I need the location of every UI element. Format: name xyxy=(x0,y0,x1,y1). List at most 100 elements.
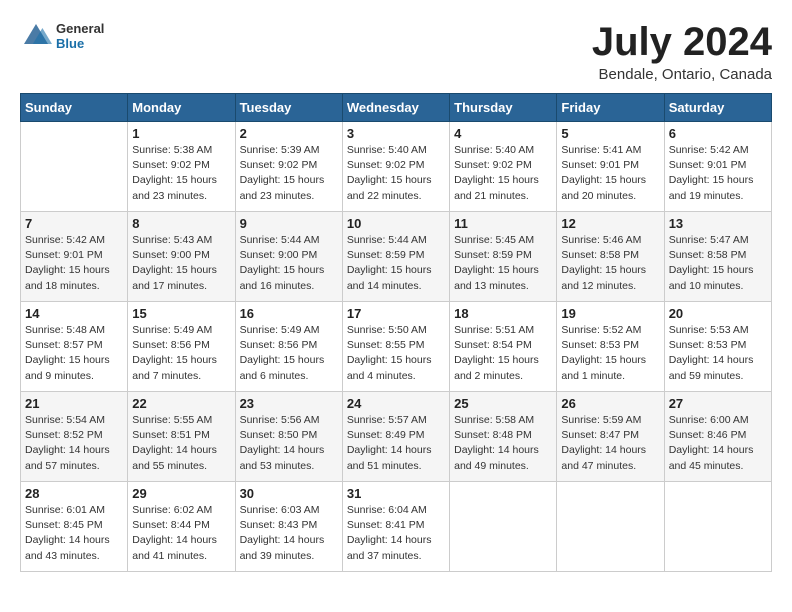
day-number: 2 xyxy=(240,126,338,141)
calendar-cell: 27 Sunrise: 6:00 AM Sunset: 8:46 PM Dayli… xyxy=(664,392,771,482)
day-info: Sunrise: 5:56 AM Sunset: 8:50 PM Dayligh… xyxy=(240,413,338,474)
header-cell-friday: Friday xyxy=(557,94,664,122)
day-number: 19 xyxy=(561,306,659,321)
day-info: Sunrise: 5:50 AM Sunset: 8:55 PM Dayligh… xyxy=(347,323,445,384)
header-cell-sunday: Sunday xyxy=(21,94,128,122)
calendar-cell: 29 Sunrise: 6:02 AM Sunset: 8:44 PM Dayli… xyxy=(128,482,235,572)
calendar-week-4: 21 Sunrise: 5:54 AM Sunset: 8:52 PM Dayli… xyxy=(21,392,772,482)
day-number: 21 xyxy=(25,396,123,411)
day-info: Sunrise: 5:53 AM Sunset: 8:53 PM Dayligh… xyxy=(669,323,767,384)
day-number: 13 xyxy=(669,216,767,231)
day-number: 25 xyxy=(454,396,552,411)
calendar-cell: 28Sunrise: 6:01 AM Sunset: 8:45 PM Dayli… xyxy=(21,482,128,572)
calendar-cell: 4 Sunrise: 5:40 AM Sunset: 9:02 PM Daylig… xyxy=(450,122,557,212)
day-info: Sunrise: 5:44 AM Sunset: 9:00 PM Dayligh… xyxy=(240,233,338,294)
day-info: Sunrise: 6:01 AM Sunset: 8:45 PM Dayligh… xyxy=(25,503,123,564)
day-number: 1 xyxy=(132,126,230,141)
header-row: SundayMondayTuesdayWednesdayThursdayFrid… xyxy=(21,94,772,122)
calendar-cell: 6 Sunrise: 5:42 AM Sunset: 9:01 PM Daylig… xyxy=(664,122,771,212)
day-number: 20 xyxy=(669,306,767,321)
month-title: July 2024 xyxy=(592,20,772,64)
day-number: 8 xyxy=(132,216,230,231)
logo-icon xyxy=(20,20,52,52)
calendar-cell: 22Sunrise: 5:55 AM Sunset: 8:51 PM Dayli… xyxy=(128,392,235,482)
day-info: Sunrise: 5:40 AM Sunset: 9:02 PM Dayligh… xyxy=(454,143,552,204)
day-info: Sunrise: 5:52 AM Sunset: 8:53 PM Dayligh… xyxy=(561,323,659,384)
calendar-week-2: 7 Sunrise: 5:42 AM Sunset: 9:01 PM Daylig… xyxy=(21,212,772,302)
calendar-cell xyxy=(664,482,771,572)
day-number: 10 xyxy=(347,216,445,231)
day-info: Sunrise: 6:02 AM Sunset: 8:44 PM Dayligh… xyxy=(132,503,230,564)
calendar-cell: 25 Sunrise: 5:58 AM Sunset: 8:48 PM Dayli… xyxy=(450,392,557,482)
calendar-cell: 23 Sunrise: 5:56 AM Sunset: 8:50 PM Dayli… xyxy=(235,392,342,482)
header-cell-thursday: Thursday xyxy=(450,94,557,122)
day-number: 16 xyxy=(240,306,338,321)
day-info: Sunrise: 5:49 AM Sunset: 8:56 PM Dayligh… xyxy=(132,323,230,384)
day-number: 27 xyxy=(669,396,767,411)
day-info: Sunrise: 5:42 AM Sunset: 9:01 PM Dayligh… xyxy=(669,143,767,204)
day-number: 11 xyxy=(454,216,552,231)
day-number: 3 xyxy=(347,126,445,141)
calendar-cell: 15Sunrise: 5:49 AM Sunset: 8:56 PM Dayli… xyxy=(128,302,235,392)
day-number: 30 xyxy=(240,486,338,501)
calendar-cell: 7 Sunrise: 5:42 AM Sunset: 9:01 PM Daylig… xyxy=(21,212,128,302)
calendar-cell: 8 Sunrise: 5:43 AM Sunset: 9:00 PM Daylig… xyxy=(128,212,235,302)
day-info: Sunrise: 6:03 AM Sunset: 8:43 PM Dayligh… xyxy=(240,503,338,564)
header-cell-tuesday: Tuesday xyxy=(235,94,342,122)
header-cell-saturday: Saturday xyxy=(664,94,771,122)
day-number: 4 xyxy=(454,126,552,141)
day-info: Sunrise: 5:43 AM Sunset: 9:00 PM Dayligh… xyxy=(132,233,230,294)
calendar-cell: 2 Sunrise: 5:39 AM Sunset: 9:02 PM Daylig… xyxy=(235,122,342,212)
day-number: 7 xyxy=(25,216,123,231)
calendar-cell: 26 Sunrise: 5:59 AM Sunset: 8:47 PM Dayli… xyxy=(557,392,664,482)
day-info: Sunrise: 5:39 AM Sunset: 9:02 PM Dayligh… xyxy=(240,143,338,204)
day-info: Sunrise: 5:54 AM Sunset: 8:52 PM Dayligh… xyxy=(25,413,123,474)
day-info: Sunrise: 5:55 AM Sunset: 8:51 PM Dayligh… xyxy=(132,413,230,474)
header-cell-wednesday: Wednesday xyxy=(342,94,449,122)
day-number: 17 xyxy=(347,306,445,321)
header-cell-monday: Monday xyxy=(128,94,235,122)
calendar-table: SundayMondayTuesdayWednesdayThursdayFrid… xyxy=(20,93,772,572)
calendar-cell: 16 Sunrise: 5:49 AM Sunset: 8:56 PM Dayli… xyxy=(235,302,342,392)
logo-text: General Blue xyxy=(56,21,104,51)
day-info: Sunrise: 5:58 AM Sunset: 8:48 PM Dayligh… xyxy=(454,413,552,474)
calendar-week-3: 14 Sunrise: 5:48 AM Sunset: 8:57 PM Dayli… xyxy=(21,302,772,392)
day-number: 29 xyxy=(132,486,230,501)
day-info: Sunrise: 6:00 AM Sunset: 8:46 PM Dayligh… xyxy=(669,413,767,474)
calendar-cell xyxy=(557,482,664,572)
calendar-week-1: 1Sunrise: 5:38 AM Sunset: 9:02 PM Daylig… xyxy=(21,122,772,212)
day-number: 26 xyxy=(561,396,659,411)
day-info: Sunrise: 5:49 AM Sunset: 8:56 PM Dayligh… xyxy=(240,323,338,384)
logo: General Blue xyxy=(20,20,104,52)
day-number: 24 xyxy=(347,396,445,411)
day-info: Sunrise: 5:57 AM Sunset: 8:49 PM Dayligh… xyxy=(347,413,445,474)
day-number: 14 xyxy=(25,306,123,321)
calendar-cell: 13 Sunrise: 5:47 AM Sunset: 8:58 PM Dayli… xyxy=(664,212,771,302)
calendar-cell: 18Sunrise: 5:51 AM Sunset: 8:54 PM Dayli… xyxy=(450,302,557,392)
calendar-cell: 19 Sunrise: 5:52 AM Sunset: 8:53 PM Dayli… xyxy=(557,302,664,392)
day-info: Sunrise: 5:47 AM Sunset: 8:58 PM Dayligh… xyxy=(669,233,767,294)
calendar-cell: 11Sunrise: 5:45 AM Sunset: 8:59 PM Dayli… xyxy=(450,212,557,302)
day-info: Sunrise: 6:04 AM Sunset: 8:41 PM Dayligh… xyxy=(347,503,445,564)
calendar-cell: 3 Sunrise: 5:40 AM Sunset: 9:02 PM Daylig… xyxy=(342,122,449,212)
calendar-week-5: 28Sunrise: 6:01 AM Sunset: 8:45 PM Dayli… xyxy=(21,482,772,572)
day-info: Sunrise: 5:41 AM Sunset: 9:01 PM Dayligh… xyxy=(561,143,659,204)
day-info: Sunrise: 5:59 AM Sunset: 8:47 PM Dayligh… xyxy=(561,413,659,474)
calendar-cell: 12Sunrise: 5:46 AM Sunset: 8:58 PM Dayli… xyxy=(557,212,664,302)
calendar-cell: 21 Sunrise: 5:54 AM Sunset: 8:52 PM Dayli… xyxy=(21,392,128,482)
day-info: Sunrise: 5:40 AM Sunset: 9:02 PM Dayligh… xyxy=(347,143,445,204)
calendar-cell: 10 Sunrise: 5:44 AM Sunset: 8:59 PM Dayli… xyxy=(342,212,449,302)
day-info: Sunrise: 5:51 AM Sunset: 8:54 PM Dayligh… xyxy=(454,323,552,384)
calendar-cell: 30 Sunrise: 6:03 AM Sunset: 8:43 PM Dayli… xyxy=(235,482,342,572)
calendar-cell: 1Sunrise: 5:38 AM Sunset: 9:02 PM Daylig… xyxy=(128,122,235,212)
calendar-cell: 9Sunrise: 5:44 AM Sunset: 9:00 PM Daylig… xyxy=(235,212,342,302)
day-info: Sunrise: 5:42 AM Sunset: 9:01 PM Dayligh… xyxy=(25,233,123,294)
day-number: 5 xyxy=(561,126,659,141)
day-number: 6 xyxy=(669,126,767,141)
calendar-cell: 31 Sunrise: 6:04 AM Sunset: 8:41 PM Dayli… xyxy=(342,482,449,572)
day-number: 23 xyxy=(240,396,338,411)
day-info: Sunrise: 5:44 AM Sunset: 8:59 PM Dayligh… xyxy=(347,233,445,294)
day-number: 31 xyxy=(347,486,445,501)
day-info: Sunrise: 5:48 AM Sunset: 8:57 PM Dayligh… xyxy=(25,323,123,384)
calendar-cell: 17 Sunrise: 5:50 AM Sunset: 8:55 PM Dayli… xyxy=(342,302,449,392)
